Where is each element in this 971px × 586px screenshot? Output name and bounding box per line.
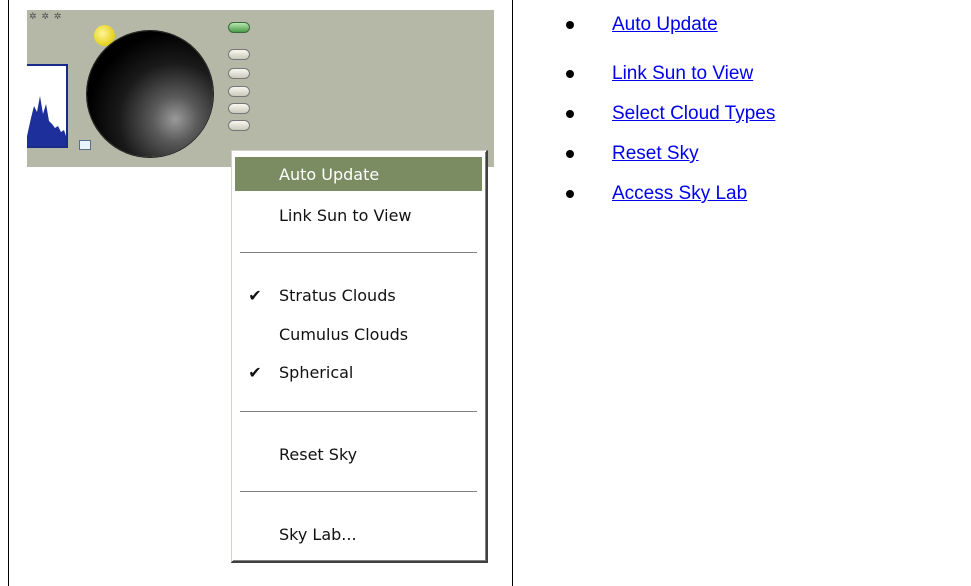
sky-control-panel: ✲ ✲ ✲ — [27, 10, 494, 167]
menu-item-label: Sky Lab... — [279, 524, 357, 544]
bullet-icon — [566, 150, 574, 158]
check-icon: ✔ — [248, 362, 262, 382]
menu-item-label: Stratus Clouds — [279, 285, 396, 305]
menu-item-link-sun-to-view[interactable]: Link Sun to View — [235, 198, 482, 232]
list-item: Link Sun to View — [566, 59, 946, 89]
star-icon: ✲ ✲ ✲ — [29, 12, 63, 22]
indicator-square-icon — [79, 140, 91, 150]
bullet-icon — [566, 70, 574, 78]
link-access-sky-lab[interactable]: Access Sky Lab — [612, 183, 747, 205]
menu-item-sky-lab[interactable]: Sky Lab... — [235, 517, 482, 551]
indicator-light-icon — [228, 49, 250, 60]
table-border-left — [8, 0, 9, 586]
link-auto-update[interactable]: Auto Update — [612, 14, 718, 36]
menu-item-auto-update[interactable]: Auto Update — [235, 157, 482, 191]
table-border-middle — [512, 0, 513, 586]
menu-separator — [240, 411, 477, 413]
menu-item-label: Reset Sky — [279, 444, 358, 464]
sky-knob-icon[interactable] — [87, 31, 213, 157]
histogram-icon — [27, 64, 68, 148]
indicator-light-icon — [228, 120, 250, 131]
menu-item-cumulus-clouds[interactable]: Cumulus Clouds — [235, 317, 482, 351]
menu-item-label: Link Sun to View — [279, 205, 412, 225]
list-item: Access Sky Lab — [566, 179, 946, 209]
list-item: Select Cloud Types — [566, 99, 946, 129]
menu-item-stratus-clouds[interactable]: ✔ Stratus Clouds — [235, 278, 482, 312]
indicator-light-icon — [228, 68, 250, 79]
menu-separator — [240, 252, 477, 254]
menu-item-spherical[interactable]: ✔ Spherical — [235, 355, 482, 389]
bullet-icon — [566, 190, 574, 198]
indicator-light-icon — [228, 22, 250, 33]
bullet-icon — [566, 21, 574, 29]
sky-context-menu: Auto Update Link Sun to View ✔ Stratus C… — [231, 150, 488, 563]
check-icon: ✔ — [248, 285, 262, 305]
list-item: Reset Sky — [566, 139, 946, 169]
menu-item-label: Auto Update — [279, 164, 380, 184]
menu-item-reset-sky[interactable]: Reset Sky — [235, 437, 482, 471]
link-reset-sky[interactable]: Reset Sky — [612, 143, 699, 165]
indicator-light-icon — [228, 103, 250, 114]
indicator-light-icon — [228, 86, 250, 97]
link-sun-to-view[interactable]: Link Sun to View — [612, 63, 753, 85]
menu-separator — [240, 491, 477, 493]
bullet-icon — [566, 110, 574, 118]
menu-item-label: Spherical — [279, 362, 354, 382]
menu-item-label: Cumulus Clouds — [279, 324, 409, 344]
list-item: Auto Update — [566, 10, 946, 40]
link-select-cloud-types[interactable]: Select Cloud Types — [612, 103, 775, 125]
